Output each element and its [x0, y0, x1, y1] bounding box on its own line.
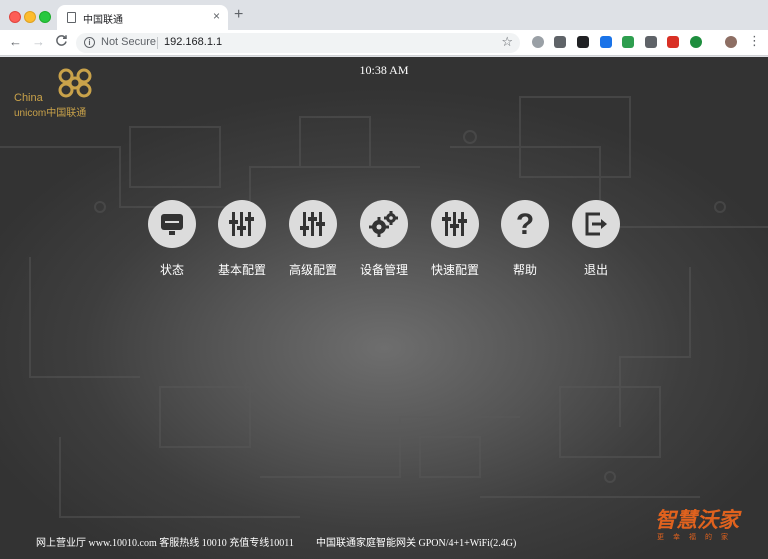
security-label: Not Secure	[101, 36, 157, 48]
password-extension-icon[interactable]	[600, 36, 612, 48]
page-icon	[67, 12, 76, 23]
tab-close-icon[interactable]: ×	[213, 9, 220, 23]
menu-item-advanced-config[interactable]: 高级配置	[278, 200, 348, 278]
menu-item-device-management[interactable]: 设备管理	[349, 200, 419, 278]
square-extension-icon[interactable]	[577, 36, 589, 48]
gears-icon[interactable]	[360, 200, 408, 248]
menu-item-basic-config[interactable]: 基本配置	[207, 200, 277, 278]
reload-icon	[56, 35, 67, 46]
maximize-window-button[interactable]	[39, 11, 51, 23]
browser-tab[interactable]: 中国联通 ×	[57, 5, 228, 30]
router-page: China unicom中国联通 10:38 AM 状态 基本配置 高级配置 设…	[0, 57, 768, 559]
smart-home-brand-logo: 智慧沃家 更幸福的家	[655, 504, 751, 542]
close-window-button[interactable]	[9, 11, 21, 23]
browser-tab-bar: 中国联通 × +	[0, 0, 768, 30]
menu-label: 设备管理	[359, 263, 408, 277]
sliders-icon[interactable]	[218, 200, 266, 248]
brand-sub-text: 更幸福的家	[657, 533, 737, 541]
sliders-advanced-icon[interactable]	[289, 200, 337, 248]
green-extension-icon[interactable]	[690, 36, 702, 48]
logo-text-unicom: unicom中国联通	[14, 108, 87, 119]
browser-toolbar: ← → i Not Secure 192.168.1.1 ☆ ⋮	[0, 30, 768, 56]
bookmark-star-icon[interactable]: ☆	[501, 34, 513, 50]
reload-button[interactable]	[55, 34, 68, 51]
divider	[157, 37, 158, 49]
menu-item-help[interactable]: ? 帮助	[490, 200, 560, 278]
menu-label: 基本配置	[217, 263, 266, 277]
url-text[interactable]: 192.168.1.1	[164, 36, 222, 48]
red-extension-icon[interactable]	[667, 36, 679, 48]
menu-label: 高级配置	[288, 263, 337, 277]
gear-extension-icon[interactable]	[645, 36, 657, 48]
footer-service-info: 网上营业厅 www.10010.com 客服热线 10010 充值专线10011	[36, 538, 294, 549]
shield-extension-icon[interactable]	[622, 36, 634, 48]
logout-icon[interactable]	[572, 200, 620, 248]
menu-label: 快速配置	[430, 263, 479, 277]
circle-extension-icon[interactable]	[532, 36, 544, 48]
new-tab-button[interactable]: +	[234, 6, 243, 24]
menu-label: 帮助	[512, 263, 537, 277]
circuit-background	[0, 96, 768, 518]
back-button[interactable]: ←	[9, 34, 22, 50]
menu-item-logout[interactable]: 退出	[561, 200, 631, 278]
minimize-window-button[interactable]	[24, 11, 36, 23]
menu-item-status[interactable]: 状态	[137, 200, 207, 278]
sliders-quick-icon[interactable]	[431, 200, 479, 248]
address-bar[interactable]: i Not Secure 192.168.1.1 ☆	[76, 33, 520, 53]
forward-button[interactable]: →	[32, 34, 45, 50]
browser-menu-icon[interactable]: ⋮	[748, 33, 761, 49]
menu-label: 状态	[159, 263, 184, 277]
menu-label: 退出	[583, 263, 608, 277]
monitor-icon[interactable]	[148, 200, 196, 248]
clock: 10:38 AM	[359, 63, 409, 77]
brand-main-text: 智慧沃家	[655, 508, 739, 532]
s-extension-icon[interactable]	[554, 36, 566, 48]
svg-text:?: ?	[516, 208, 534, 241]
avatar-icon[interactable]	[725, 36, 737, 48]
info-icon[interactable]: i	[84, 37, 95, 48]
question-icon[interactable]: ?	[501, 200, 549, 248]
logo-text-china: China	[14, 92, 43, 104]
menu-item-quick-config[interactable]: 快速配置	[420, 200, 490, 278]
footer-device-info: 中国联通家庭智能网关 GPON/4+1+WiFi(2.4G)	[316, 538, 517, 549]
tab-title: 中国联通	[83, 15, 123, 26]
